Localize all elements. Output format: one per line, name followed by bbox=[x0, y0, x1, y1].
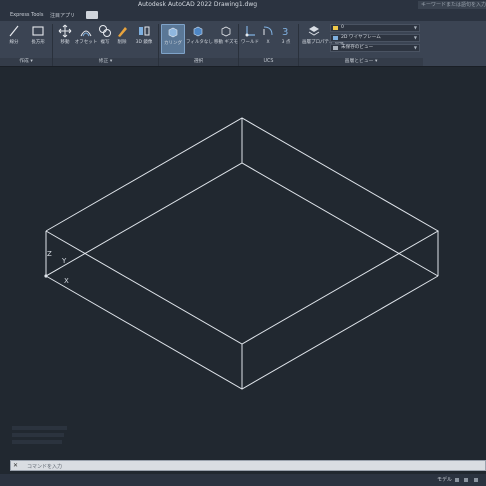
ribbon-panel: 線分 長方形 移動 オフセット 複写 削除 3D 鏡像 カリング フィルタなし … bbox=[0, 21, 486, 67]
culling-label: カリング bbox=[164, 41, 182, 46]
ucs-y-label: Y bbox=[62, 257, 67, 265]
chevron-down-icon: ▼ bbox=[413, 45, 417, 50]
chevron-down-icon: ▼ bbox=[413, 35, 417, 40]
eraser-icon bbox=[118, 27, 127, 37]
box-wireframe bbox=[44, 117, 440, 390]
layer-stack-icon bbox=[308, 26, 320, 36]
visual-style-icon bbox=[333, 36, 338, 40]
drawing-canvas[interactable]: Z Y X bbox=[0, 67, 486, 459]
window-title: Autodesk AutoCAD 2022 Drawing1.dwg bbox=[138, 1, 258, 8]
svg-text:3: 3 bbox=[282, 27, 288, 38]
ucs-3point-label: 3 点 bbox=[281, 40, 291, 45]
tab-express-tools[interactable]: Express Tools bbox=[10, 12, 43, 18]
mirror-3d-icon bbox=[139, 26, 150, 36]
tab-featured-apps[interactable]: 注目アプリ bbox=[50, 12, 75, 19]
group-create[interactable]: 作成 ▾ bbox=[0, 58, 52, 66]
visual-style-value: 2D ワイヤフレーム bbox=[341, 35, 381, 40]
line-icon bbox=[9, 25, 19, 37]
chevron-down-icon: ▼ bbox=[413, 25, 417, 30]
erase-label: 削除 bbox=[117, 40, 127, 45]
3d-mirror-button[interactable]: 3D 鏡像 bbox=[132, 24, 156, 54]
culling-cube-icon bbox=[168, 27, 178, 38]
rectangle-button[interactable]: 長方形 bbox=[26, 24, 50, 54]
move-arrows-icon bbox=[58, 24, 72, 38]
layer-properties-button[interactable]: 画層プロパティ 管理 bbox=[302, 24, 344, 54]
view-icon bbox=[333, 46, 338, 50]
layer-properties-label: 画層プロパティ 管理 bbox=[302, 40, 344, 45]
group-selection[interactable]: 選択 bbox=[159, 58, 238, 66]
visual-style-dropdown[interactable]: 2D ワイヤフレーム ▼ bbox=[330, 34, 420, 42]
named-view-value: 未保存のビュー bbox=[341, 45, 374, 50]
gizmo-icon bbox=[221, 26, 231, 37]
rectangle-label: 長方形 bbox=[31, 40, 45, 45]
ucs-x-label: X bbox=[64, 277, 69, 285]
grid-icon[interactable] bbox=[455, 478, 459, 482]
history-line bbox=[12, 433, 64, 437]
status-bar: モデル bbox=[0, 474, 486, 486]
line-label: 線分 bbox=[9, 40, 19, 45]
autocad-window: Autodesk AutoCAD 2022 Drawing1.dwg キーワード… bbox=[0, 0, 486, 486]
ucs-z-label: Z bbox=[47, 250, 52, 258]
layer-dropdown[interactable]: 0 ▼ bbox=[330, 24, 420, 32]
ucs-x-icon bbox=[263, 26, 273, 36]
menu-icon[interactable] bbox=[474, 478, 478, 482]
tab-active[interactable] bbox=[86, 11, 98, 19]
model-tab[interactable]: モデル bbox=[437, 476, 452, 483]
ribbon-tab-bar: Express Tools 注目アプリ bbox=[0, 10, 486, 21]
command-input[interactable]: コマンドを入力 bbox=[27, 463, 62, 470]
history-line bbox=[12, 440, 62, 444]
ucs-3point-icon: 3 bbox=[282, 27, 288, 38]
box-edge-inner bbox=[45, 162, 439, 277]
filter-cube-icon bbox=[193, 26, 203, 37]
group-layers-views[interactable]: 画層とビュー ▾ bbox=[299, 58, 423, 66]
erase-button[interactable]: 削除 bbox=[110, 24, 134, 54]
group-modify[interactable]: 修正 ▾ bbox=[53, 58, 158, 66]
ucs-axis-line bbox=[45, 267, 61, 277]
named-view-dropdown[interactable]: 未保存のビュー ▼ bbox=[330, 44, 420, 52]
ucs-3point-button[interactable]: 3 3 点 bbox=[274, 24, 298, 54]
title-bar: Autodesk AutoCAD 2022 Drawing1.dwg キーワード… bbox=[0, 0, 486, 10]
command-history bbox=[12, 426, 82, 447]
search-input[interactable]: キーワードまたは語句を入力 bbox=[418, 1, 486, 9]
line-button[interactable]: 線分 bbox=[2, 24, 26, 54]
rectangle-icon bbox=[32, 26, 44, 36]
ucs-world-icon bbox=[245, 26, 255, 37]
3d-mirror-label: 3D 鏡像 bbox=[135, 40, 153, 45]
no-filter-label: フィルタなし bbox=[186, 40, 213, 45]
layer-dropdown-value: 0 bbox=[341, 25, 344, 30]
group-ucs[interactable]: UCS bbox=[239, 58, 298, 66]
close-icon[interactable]: ✕ bbox=[13, 462, 18, 469]
history-line bbox=[12, 426, 67, 430]
move-gizmo-label: 移動 ギズモ bbox=[214, 40, 238, 45]
layer-bulb-icon bbox=[333, 26, 338, 30]
snap-icon[interactable] bbox=[464, 478, 468, 482]
offset-icon bbox=[80, 30, 92, 37]
command-line[interactable]: ✕ コマンドを入力 bbox=[10, 460, 486, 471]
culling-button[interactable]: カリング bbox=[161, 24, 185, 54]
move-gizmo-button[interactable]: 移動 ギズモ bbox=[214, 24, 238, 54]
no-filter-button[interactable]: フィルタなし bbox=[186, 24, 213, 54]
